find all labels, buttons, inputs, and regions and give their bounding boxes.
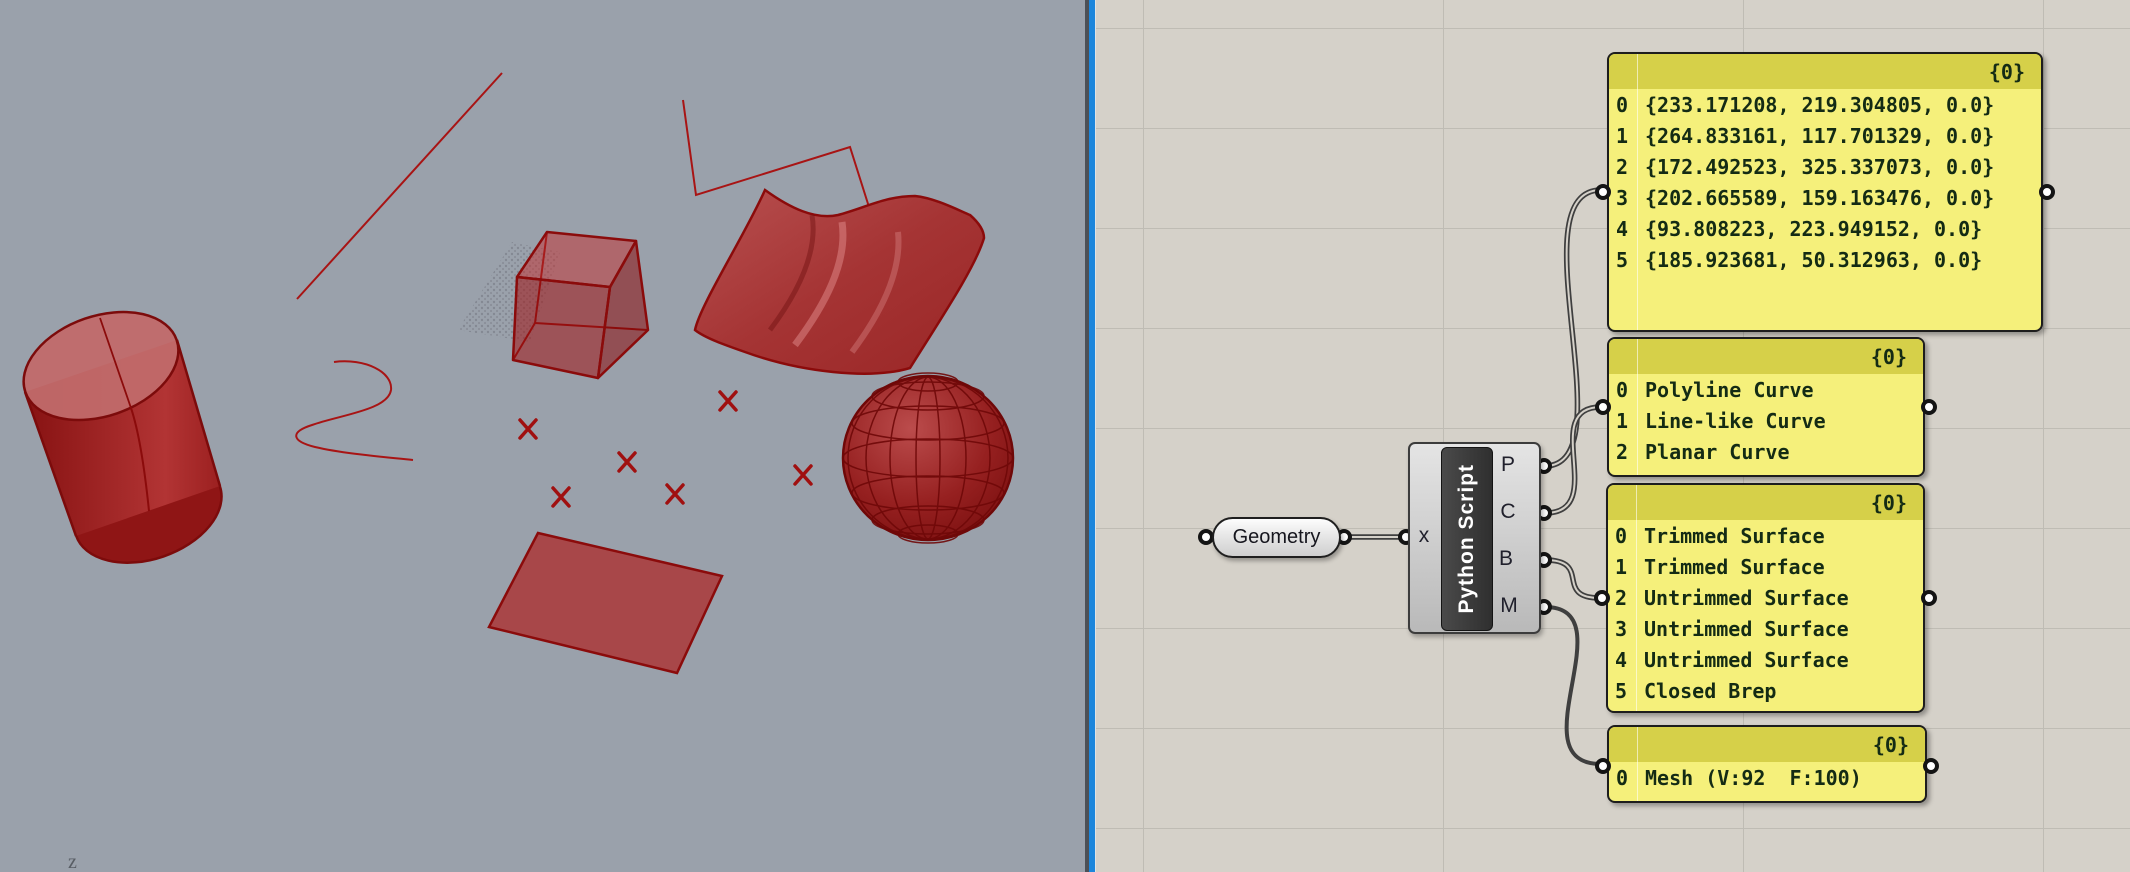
- panel-row-index: 5: [1615, 247, 1629, 272]
- port-label-x: x: [1418, 524, 1430, 547]
- panel-rows: 0 Polyline Curve 1 Line-like Curve 2 Planar C…: [1609, 374, 1923, 467]
- panel-row: 3 {202.665589, 159.163476, 0.0}: [1609, 182, 2041, 213]
- panel-header: {0}: [1609, 339, 1923, 374]
- port-label-c: C: [1500, 500, 1516, 523]
- python-script-title: Python Script: [1455, 464, 1478, 614]
- python-script-namebar[interactable]: Python Script: [1441, 447, 1493, 631]
- rhino-viewport[interactable]: z: [0, 0, 1085, 872]
- panel-row-index: 0: [1615, 92, 1629, 117]
- panel-row-value: Closed Brep: [1644, 678, 1777, 703]
- panel-row-value: Planar Curve: [1645, 439, 1790, 464]
- panel-row: 2 Untrimmed Surface: [1608, 582, 1923, 613]
- panel-rows: 0 Trimmed Surface 1 Trimmed Surface 2 Untrimm…: [1608, 520, 1923, 706]
- panel-row-index: 2: [1614, 585, 1628, 610]
- panel-row-index: 1: [1615, 123, 1629, 148]
- panel-row-index: 3: [1615, 185, 1629, 210]
- panel-output-grip[interactable]: [2039, 184, 2055, 200]
- panel-row-value: Mesh (V:92 F:100): [1645, 765, 1862, 790]
- port-label-m: M: [1500, 594, 1518, 617]
- data-panel-breps[interactable]: {0} 0 Trimmed Surface 1 Trimmed Surface 2 Unt…: [1594, 483, 1937, 713]
- data-panel-mesh[interactable]: {0} 0 Mesh (V:92 F:100): [1595, 725, 1939, 803]
- panel-row-value: Untrimmed Surface: [1644, 616, 1849, 641]
- panel-index-divider: [1637, 339, 1638, 475]
- panel-input-grip[interactable]: [1594, 590, 1610, 606]
- panel-row: 5 {185.923681, 50.312963, 0.0}: [1609, 244, 2041, 275]
- panel-row-value: {264.833161, 117.701329, 0.0}: [1645, 123, 1995, 148]
- panel-row-value: {93.808223, 223.949152, 0.0}: [1645, 216, 1983, 241]
- panel-header: {0}: [1609, 54, 2041, 89]
- mesh-sphere[interactable]: [841, 372, 1015, 544]
- panel-row: 2 Planar Curve: [1609, 436, 1923, 467]
- panel-rows: 0 Mesh (V:92 F:100): [1609, 762, 1925, 793]
- panel-row-value: {172.492523, 325.337073, 0.0}: [1645, 154, 1995, 179]
- panel-row: 2 {172.492523, 325.337073, 0.0}: [1609, 151, 2041, 182]
- panel-row: 0 Mesh (V:92 F:100): [1609, 762, 1925, 793]
- panel-rows: 0 {233.171208, 219.304805, 0.0} 1 {264.8331…: [1609, 89, 2041, 275]
- panel-row: 0 Polyline Curve: [1609, 374, 1923, 405]
- port-label-b: B: [1498, 547, 1513, 570]
- panel-row-index: 2: [1615, 439, 1629, 464]
- panel-row-index: 5: [1614, 678, 1628, 703]
- panel-output-grip[interactable]: [1923, 758, 1939, 774]
- application-window: z Geometry Python Script x P C B M {0} 0…: [0, 0, 2130, 872]
- panel-row-value: Polyline Curve: [1645, 377, 1814, 402]
- panel-row: 1 Trimmed Surface: [1608, 551, 1923, 582]
- panel-row-index: 1: [1615, 408, 1629, 433]
- panel-row: 1 Line-like Curve: [1609, 405, 1923, 436]
- panel-row-index: 1: [1614, 554, 1628, 579]
- panel-row-index: 4: [1615, 216, 1629, 241]
- panel-input-grip[interactable]: [1595, 184, 1611, 200]
- panel-input-grip[interactable]: [1595, 399, 1611, 415]
- panel-row: 4 {93.808223, 223.949152, 0.0}: [1609, 213, 2041, 244]
- panel-row-index: 0: [1615, 377, 1629, 402]
- panel-row-index: 4: [1614, 647, 1628, 672]
- panel-row-value: Trimmed Surface: [1644, 523, 1825, 548]
- panel-index-divider: [1636, 485, 1637, 711]
- data-panel-points[interactable]: {0} 0 {233.171208, 219.304805, 0.0} 1 {264.…: [1595, 52, 2055, 332]
- panel-row: 0 Trimmed Surface: [1608, 520, 1923, 551]
- port-label-p: P: [1500, 453, 1515, 476]
- panel-row-index: 0: [1614, 523, 1628, 548]
- panel-index-divider: [1637, 727, 1638, 801]
- panel-row-value: {185.923681, 50.312963, 0.0}: [1645, 247, 1983, 272]
- panel-row-value: Line-like Curve: [1645, 408, 1826, 433]
- panel-row-value: Untrimmed Surface: [1644, 647, 1849, 672]
- panel-header: {0}: [1608, 485, 1923, 520]
- panel-output-grip[interactable]: [1921, 399, 1937, 415]
- panel-row-value: {233.171208, 219.304805, 0.0}: [1645, 92, 1995, 117]
- panel-row: 0 {233.171208, 219.304805, 0.0}: [1609, 89, 2041, 120]
- panel-row-value: {202.665589, 159.163476, 0.0}: [1645, 185, 1995, 210]
- panel-row: 1 {264.833161, 117.701329, 0.0}: [1609, 120, 2041, 151]
- panel-index-divider: [1637, 54, 1638, 330]
- panel-row-index: 3: [1614, 616, 1628, 641]
- z-axis-label: z: [68, 851, 77, 872]
- data-panel-curves[interactable]: {0} 0 Polyline Curve 1 Line-like Curve 2 Plan…: [1595, 337, 1937, 477]
- panel-row: 5 Closed Brep: [1608, 675, 1923, 706]
- geometry-parameter[interactable]: Geometry: [1212, 517, 1341, 558]
- panel-row-value: Trimmed Surface: [1644, 554, 1825, 579]
- panel-input-grip[interactable]: [1595, 758, 1611, 774]
- panel-row: 4 Untrimmed Surface: [1608, 644, 1923, 675]
- panel-row-value: Untrimmed Surface: [1644, 585, 1849, 610]
- panel-row-index: 2: [1615, 154, 1629, 179]
- panel-row-index: 0: [1615, 765, 1629, 790]
- panel-output-grip[interactable]: [1921, 590, 1937, 606]
- panel-row: 3 Untrimmed Surface: [1608, 613, 1923, 644]
- panel-header: {0}: [1609, 727, 1925, 762]
- geometry-parameter-label: Geometry: [1232, 526, 1321, 548]
